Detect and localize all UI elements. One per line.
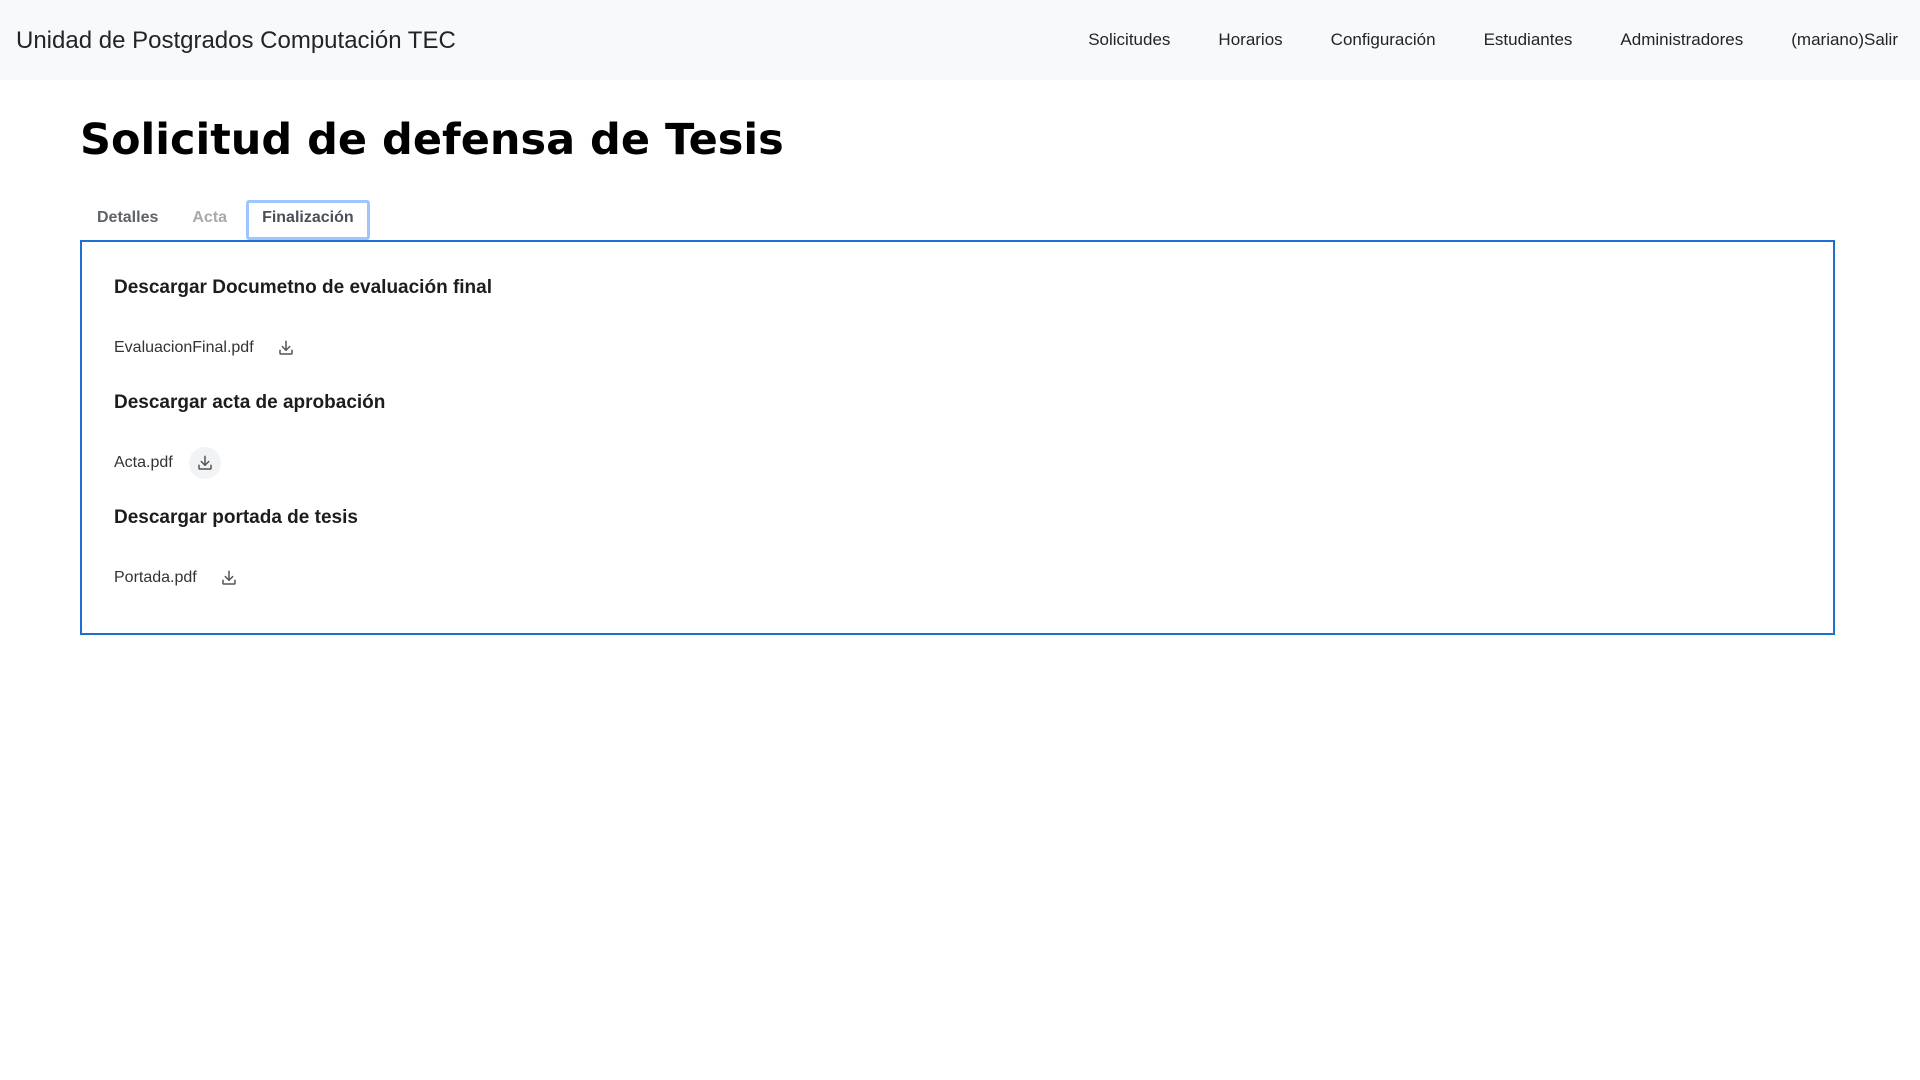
file-row-evaluacion: EvaluacionFinal.pdf <box>114 333 302 363</box>
top-navbar: Unidad de Postgrados Computación TEC Sol… <box>0 0 1920 80</box>
tab-detalles[interactable]: Detalles <box>80 200 175 236</box>
tab-finalizacion[interactable]: Finalización <box>246 200 370 240</box>
download-button-evaluacion[interactable] <box>270 332 302 364</box>
file-row-acta: Acta.pdf <box>114 447 221 479</box>
tab-bar: Detalles Acta Finalización <box>80 200 370 240</box>
nav-link-logout[interactable]: (mariano)Salir <box>1791 30 1898 50</box>
nav-link-estudiantes[interactable]: Estudiantes <box>1484 30 1573 50</box>
section-title-evaluacion: Descargar Documetno de evaluación final <box>114 277 493 298</box>
brand-title[interactable]: Unidad de Postgrados Computación TEC <box>16 24 456 58</box>
nav-link-solicitudes[interactable]: Solicitudes <box>1088 30 1170 50</box>
nav-link-horarios[interactable]: Horarios <box>1218 30 1282 50</box>
download-button-acta[interactable] <box>188 447 221 479</box>
nav-link-administradores[interactable]: Administradores <box>1620 30 1743 50</box>
section-title-portada: Descargar portada de tesis <box>114 507 358 528</box>
download-icon <box>278 340 293 355</box>
download-button-portada[interactable] <box>213 562 245 594</box>
tab-acta[interactable]: Acta <box>175 200 244 236</box>
download-icon <box>221 570 236 585</box>
tab-panel-finalizacion: Descargar Documetno de evaluación final … <box>80 240 1835 635</box>
page-title: Solicitud de defensa de Tesis <box>80 115 784 165</box>
file-row-portada: Portada.pdf <box>114 563 245 593</box>
nav-links: Solicitudes Horarios Configuración Estud… <box>1040 0 1898 80</box>
nav-link-configuracion[interactable]: Configuración <box>1331 30 1436 50</box>
file-name-acta: Acta.pdf <box>114 454 173 471</box>
file-name-portada: Portada.pdf <box>114 569 197 586</box>
section-title-acta: Descargar acta de aprobación <box>114 392 386 413</box>
file-name-evaluacion: EvaluacionFinal.pdf <box>114 339 254 356</box>
download-icon <box>197 455 212 470</box>
